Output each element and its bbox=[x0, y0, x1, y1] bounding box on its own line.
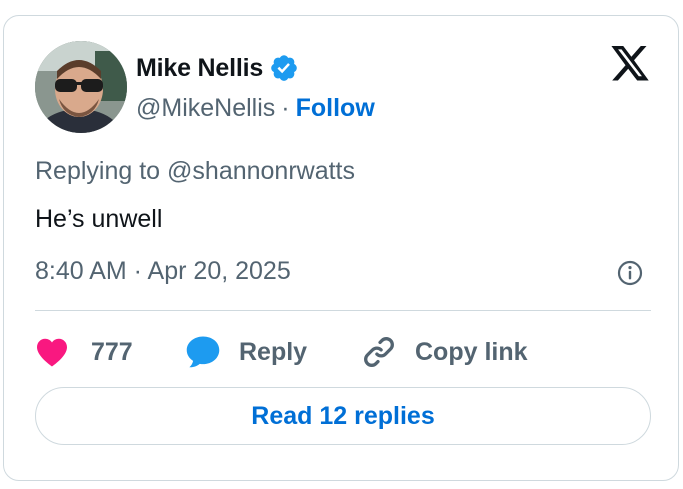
tweet-text: He’s unwell bbox=[35, 205, 163, 233]
divider bbox=[35, 310, 651, 311]
follow-button[interactable]: Follow bbox=[296, 94, 375, 123]
reply-label: Reply bbox=[239, 337, 308, 366]
action-bar: 777 Reply Copy link bbox=[35, 334, 528, 370]
reply-button[interactable]: Reply bbox=[185, 335, 361, 369]
author-display-name[interactable]: Mike Nellis bbox=[136, 54, 263, 83]
speech-bubble-icon bbox=[185, 335, 221, 369]
reply-prefix: Replying to bbox=[35, 157, 161, 185]
separator-dot: · bbox=[281, 93, 290, 122]
avatar[interactable] bbox=[35, 41, 127, 133]
copy-link-label: Copy link bbox=[415, 337, 528, 366]
like-count: 777 bbox=[91, 337, 133, 366]
tweet-embed-card: Mike Nellis @MikeNellis · Follow Replyin… bbox=[3, 15, 679, 481]
tweet-timestamp[interactable]: 8:40 AM · Apr 20, 2025 bbox=[35, 257, 291, 286]
link-icon bbox=[361, 334, 397, 370]
copy-link-button[interactable]: Copy link bbox=[361, 334, 528, 370]
verified-badge-icon bbox=[269, 53, 299, 83]
author-handle[interactable]: @MikeNellis bbox=[136, 94, 275, 123]
heart-icon bbox=[35, 337, 69, 367]
reply-context: Replying to @shannonrwatts bbox=[35, 157, 355, 186]
x-logo-icon[interactable] bbox=[609, 46, 651, 84]
author-handle-row: @MikeNellis · Follow bbox=[136, 92, 375, 124]
read-replies-button[interactable]: Read 12 replies bbox=[35, 387, 651, 445]
author-name-row: Mike Nellis bbox=[136, 52, 299, 84]
info-icon[interactable] bbox=[617, 260, 643, 286]
reply-to-handle[interactable]: @shannonrwatts bbox=[167, 157, 355, 185]
like-button[interactable]: 777 bbox=[35, 337, 185, 367]
